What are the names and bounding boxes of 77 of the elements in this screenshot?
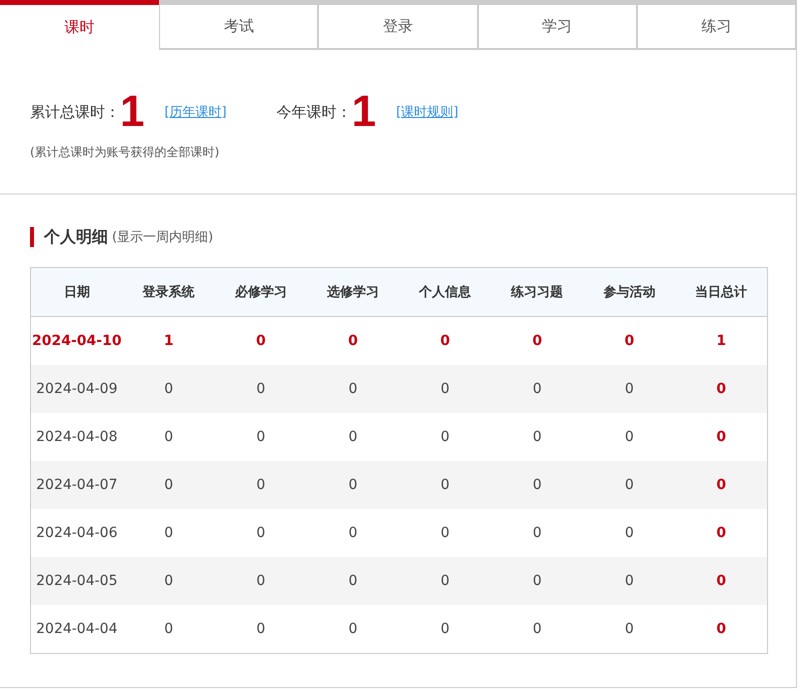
- table-cell: 0: [583, 557, 676, 605]
- table-cell: 0: [583, 605, 676, 654]
- tab[interactable]: 考试: [159, 0, 318, 50]
- section-title: 个人明细: [44, 226, 108, 248]
- table-cell: 2024-04-07: [30, 461, 123, 509]
- history-hours-link[interactable]: [历年课时]: [164, 103, 227, 121]
- table-cell: 0: [399, 509, 492, 557]
- table-cell: 0: [399, 461, 492, 509]
- table-cell: 0: [491, 365, 584, 413]
- table-cell: 2024-04-04: [30, 605, 123, 654]
- table-cell: 0: [306, 316, 399, 365]
- column-header: 选修学习: [306, 268, 399, 316]
- hours-rules-link[interactable]: [课时规则]: [396, 103, 458, 121]
- table-cell: 0: [491, 509, 584, 557]
- table-cell: 0: [122, 509, 215, 557]
- tab[interactable]: 学习: [478, 0, 637, 50]
- column-header: 练习习题: [491, 268, 584, 316]
- column-header: 必修学习: [214, 268, 307, 316]
- table-cell: 0: [214, 413, 307, 461]
- total-hours-value: 1: [120, 90, 144, 134]
- year-hours-value: 1: [352, 90, 376, 134]
- table-cell: 2024-04-08: [30, 413, 123, 461]
- table-cell: 0: [399, 605, 492, 654]
- table-cell: 0: [214, 365, 307, 413]
- table-cell: 1: [675, 316, 768, 365]
- table-cell: 0: [306, 461, 399, 509]
- table-cell: 0: [675, 461, 768, 509]
- tab[interactable]: 练习: [636, 0, 796, 50]
- table-cell: 0: [306, 413, 399, 461]
- table-cell: 0: [306, 557, 399, 605]
- table-cell: 0: [214, 605, 307, 654]
- column-header: 当日总计: [675, 268, 768, 316]
- table-cell: 2024-04-10: [30, 316, 123, 365]
- table-cell: 0: [214, 461, 307, 509]
- table-cell: 2024-04-06: [30, 509, 123, 557]
- table-cell: 0: [122, 557, 215, 605]
- table-cell: 2024-04-05: [30, 557, 123, 605]
- column-header: 个人信息: [399, 268, 492, 316]
- table-cell: 0: [306, 509, 399, 557]
- tab[interactable]: 登录: [318, 0, 478, 50]
- section-subtitle: (显示一周内明细): [112, 229, 214, 246]
- table-cell: 0: [583, 413, 676, 461]
- column-header: 日期: [30, 268, 123, 316]
- table-cell: 2024-04-09: [30, 365, 123, 413]
- table-cell: 0: [491, 316, 584, 365]
- total-hours-label: 累计总课时：: [30, 102, 120, 122]
- hours-note: (累计总课时为账号获得的全部课时): [30, 144, 220, 161]
- table-cell: 0: [675, 365, 768, 413]
- table-cell: 0: [675, 509, 768, 557]
- table-cell: 0: [583, 461, 676, 509]
- table-cell: 0: [214, 509, 307, 557]
- column-header: 登录系统: [122, 268, 215, 316]
- table-cell: 0: [675, 605, 768, 654]
- table-cell: 0: [399, 316, 492, 365]
- table-cell: 0: [491, 605, 584, 654]
- table-cell: 0: [214, 557, 307, 605]
- table-cell: 0: [306, 365, 399, 413]
- year-hours-label: 今年课时：: [276, 102, 352, 122]
- table-cell: 0: [491, 413, 584, 461]
- table-cell: 0: [491, 461, 584, 509]
- table-cell: 0: [122, 605, 215, 654]
- table-cell: 0: [122, 413, 215, 461]
- table-cell: 0: [583, 316, 676, 365]
- table-cell: 0: [122, 461, 215, 509]
- column-header: 参与活动: [583, 268, 676, 316]
- table-cell: 0: [214, 316, 307, 365]
- table-cell: 0: [306, 605, 399, 654]
- table-cell: 0: [122, 365, 215, 413]
- table-cell: 1: [122, 316, 215, 365]
- table-cell: 0: [399, 413, 492, 461]
- table-cell: 0: [399, 365, 492, 413]
- table-cell: 0: [675, 557, 768, 605]
- table-cell: 0: [675, 413, 768, 461]
- table-cell: 0: [583, 365, 676, 413]
- table-cell: 0: [583, 509, 676, 557]
- table-cell: 0: [399, 557, 492, 605]
- table-cell: 0: [491, 557, 584, 605]
